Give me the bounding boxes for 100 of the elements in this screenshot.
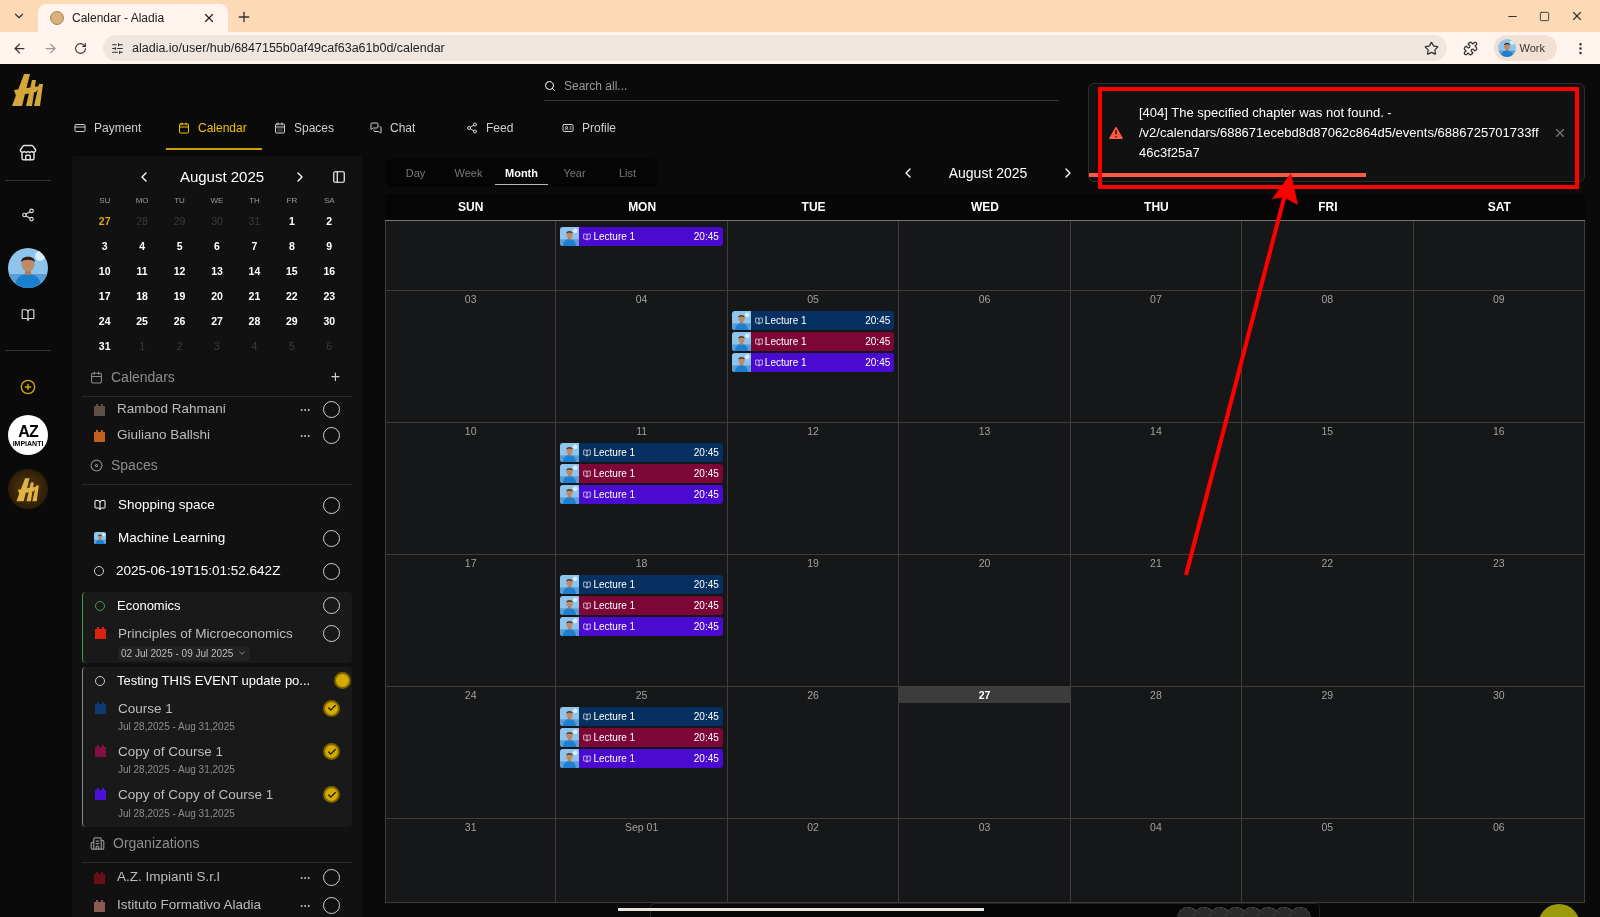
- day-cell[interactable]: 30: [310, 308, 348, 334]
- day-cell[interactable]: 11 Lecture 1 20:45 Lecture 1 20:45 Lecture 1 20:45: [556, 423, 728, 555]
- day-cell[interactable]: 20: [198, 283, 236, 309]
- nav-tab[interactable]: Feed: [454, 108, 550, 150]
- day-cell[interactable]: 24: [86, 308, 124, 334]
- add-button[interactable]: +: [330, 369, 340, 385]
- date-range-picker[interactable]: 02 Jul 2025 - 09 Jul 2025: [118, 645, 251, 661]
- day-cell[interactable]: 13: [198, 258, 236, 284]
- view-tab[interactable]: Week: [442, 161, 495, 185]
- day-cell[interactable]: 27: [899, 687, 1071, 819]
- day-cell[interactable]: 11: [123, 258, 161, 284]
- day-cell[interactable]: 4: [123, 233, 161, 259]
- day-cell[interactable]: 27: [86, 208, 124, 234]
- calendar-item[interactable]: Giuliano Ballshi: [82, 422, 352, 449]
- event-chip[interactable]: Lecture 1 20:45: [560, 749, 723, 768]
- space-item[interactable]: Testing THIS EVENT update po...: [83, 666, 352, 695]
- event-chip[interactable]: Lecture 1 20:45: [560, 227, 723, 246]
- day-cell[interactable]: 18: [123, 283, 161, 309]
- day-cell[interactable]: 07: [1070, 291, 1243, 423]
- day-cell[interactable]: 04: [1070, 819, 1243, 903]
- day-cell[interactable]: 2: [310, 208, 348, 234]
- day-cell[interactable]: 03: [385, 291, 557, 423]
- day-cell[interactable]: 19: [727, 555, 900, 687]
- space-item[interactable]: Shopping space: [82, 488, 352, 522]
- day-cell[interactable]: 06: [899, 291, 1071, 423]
- course-title[interactable]: Principles of Microeconomics: [118, 623, 293, 644]
- day-cell[interactable]: 29: [1242, 687, 1414, 819]
- day-cell[interactable]: 31: [385, 819, 557, 903]
- day-cell[interactable]: 21: [1070, 555, 1243, 687]
- profile-button[interactable]: Work: [1493, 35, 1557, 61]
- day-cell[interactable]: Lecture 1 20:45: [556, 221, 728, 291]
- day-cell[interactable]: 04: [556, 291, 728, 423]
- address-field[interactable]: aladia.io/user/hub/6847155b0af49caf63a61b0d/calendar: [103, 35, 1447, 61]
- day-cell[interactable]: 16: [1413, 423, 1585, 555]
- event-chip[interactable]: Lecture 1 20:45: [560, 485, 723, 504]
- day-cell[interactable]: 26: [160, 308, 199, 334]
- day-cell[interactable]: Sep 01: [556, 819, 728, 903]
- event-chip[interactable]: Lecture 1 20:45: [560, 596, 723, 615]
- day-cell[interactable]: 5: [160, 233, 199, 259]
- day-cell[interactable]: 28: [1070, 687, 1243, 819]
- nav-tab[interactable]: Calendar: [166, 108, 262, 150]
- day-cell[interactable]: 7: [235, 233, 274, 259]
- day-cell[interactable]: 22: [1242, 555, 1414, 687]
- day-cell[interactable]: 16: [310, 258, 348, 284]
- day-cell[interactable]: 12: [160, 258, 199, 284]
- course-title[interactable]: Course 1: [118, 698, 235, 719]
- day-cell[interactable]: 05: [1242, 819, 1414, 903]
- nav-tab[interactable]: Spaces: [262, 108, 358, 150]
- space-item[interactable]: 2025-06-19T15:01:52.642Z: [82, 554, 352, 588]
- day-cell[interactable]: 31: [86, 333, 124, 359]
- day-cell[interactable]: 06: [1413, 819, 1585, 903]
- day-cell[interactable]: 29: [273, 308, 311, 334]
- event-chip[interactable]: Lecture 1 20:45: [560, 464, 723, 483]
- day-cell[interactable]: 17: [86, 283, 124, 309]
- day-cell[interactable]: 08: [1242, 291, 1414, 423]
- nav-tab[interactable]: Profile: [550, 108, 646, 150]
- day-cell[interactable]: 05 Lecture 1 20:45 Lecture 1 20:45 Lecture 1 20:45: [727, 291, 900, 423]
- course-title[interactable]: Copy of Copy of Course 1: [118, 785, 274, 806]
- day-cell[interactable]: 8: [273, 233, 311, 259]
- day-cell[interactable]: 28: [235, 308, 274, 334]
- day-cell[interactable]: 14: [235, 258, 274, 284]
- view-tab[interactable]: Month: [495, 161, 548, 185]
- view-tab[interactable]: List: [601, 161, 654, 185]
- day-cell[interactable]: 12: [727, 423, 900, 555]
- day-cell[interactable]: 10: [86, 258, 124, 284]
- day-cell[interactable]: 10: [385, 423, 557, 555]
- event-chip[interactable]: Lecture 1 20:45: [560, 443, 723, 462]
- day-cell[interactable]: 18 Lecture 1 20:45 Lecture 1 20:45 Lecture 1 20:45: [556, 555, 728, 687]
- organization-item[interactable]: Istituto Formativo Aladia: [82, 892, 352, 917]
- event-chip[interactable]: Lecture 1 20:45: [560, 728, 723, 747]
- browser-tab[interactable]: Calendar - Aladia: [38, 4, 228, 32]
- day-cell[interactable]: 20: [899, 555, 1071, 687]
- course-title[interactable]: Copy of Course 1: [118, 742, 235, 763]
- day-cell[interactable]: 24: [385, 687, 557, 819]
- event-chip[interactable]: Lecture 1 20:45: [731, 311, 895, 330]
- day-cell[interactable]: 3: [86, 233, 124, 259]
- day-cell[interactable]: 25: [123, 308, 161, 334]
- view-tab[interactable]: Year: [548, 161, 601, 185]
- day-cell[interactable]: 09: [1413, 291, 1585, 423]
- search-field[interactable]: Search all...: [564, 76, 1059, 95]
- day-cell[interactable]: 27: [198, 308, 236, 334]
- event-chip[interactable]: Lecture 1 20:45: [731, 332, 895, 351]
- day-cell[interactable]: 17: [385, 555, 557, 687]
- nav-tab[interactable]: Payment: [62, 108, 166, 150]
- event-chip[interactable]: Lecture 1 20:45: [560, 707, 723, 726]
- day-cell[interactable]: 22: [273, 283, 311, 309]
- day-cell[interactable]: 6: [198, 233, 236, 259]
- day-cell[interactable]: 23: [310, 283, 348, 309]
- day-cell[interactable]: 26: [727, 687, 900, 819]
- day-cell[interactable]: 15: [273, 258, 311, 284]
- space-item[interactable]: Machine Learning: [82, 521, 352, 555]
- day-cell[interactable]: 13: [899, 423, 1071, 555]
- day-cell[interactable]: 25 Lecture 1 20:45 Lecture 1 20:45 Lecture 1 20:45: [556, 687, 728, 819]
- day-cell[interactable]: 15: [1242, 423, 1414, 555]
- view-tab[interactable]: Day: [389, 161, 442, 185]
- event-chip[interactable]: Lecture 1 20:45: [560, 575, 723, 594]
- day-cell[interactable]: 9: [310, 233, 348, 259]
- day-cell[interactable]: 21: [235, 283, 274, 309]
- day-cell[interactable]: 14: [1070, 423, 1243, 555]
- day-cell[interactable]: 03: [899, 819, 1071, 903]
